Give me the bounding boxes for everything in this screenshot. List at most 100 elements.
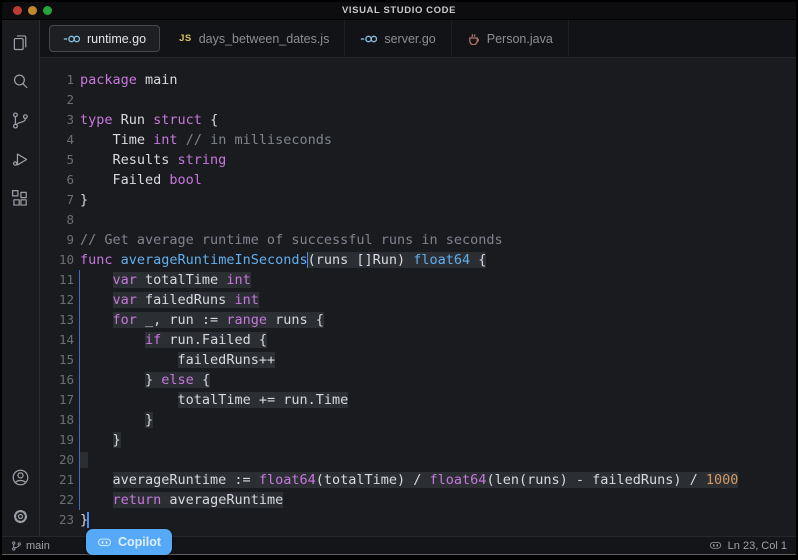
line-number: 20	[40, 450, 74, 470]
extensions-icon[interactable]	[9, 186, 33, 210]
code-line[interactable]: 11 var totalTime int	[40, 270, 796, 290]
line-number: 4	[40, 130, 74, 150]
line-number: 14	[40, 330, 74, 350]
code-token: struct	[153, 112, 202, 128]
line-number: 12	[40, 290, 74, 310]
code-token: averageRuntimeInSeconds	[121, 252, 308, 268]
code-line[interactable]: 8	[40, 210, 796, 230]
code-line[interactable]: 19 }	[40, 430, 796, 450]
code-token	[80, 372, 145, 388]
code-text	[74, 90, 80, 110]
account-icon[interactable]	[9, 465, 33, 489]
code-line[interactable]: 21 averageRuntime := float64(totalTime) …	[40, 470, 796, 490]
git-branch-icon	[11, 540, 22, 552]
code-token: func	[80, 252, 113, 268]
code-line[interactable]: 14 if run.Failed {	[40, 330, 796, 350]
code-token: float64	[430, 472, 487, 488]
code-token: if	[145, 332, 161, 348]
code-line[interactable]: 22 return averageRuntime	[40, 490, 796, 510]
code-line[interactable]: 13 for _, run := range runs {	[40, 310, 796, 330]
main-area: runtime.go JS days_between_dates.js serv…	[2, 20, 796, 536]
editor-column: runtime.go JS days_between_dates.js serv…	[40, 20, 796, 536]
branch-name: main	[26, 540, 50, 552]
minimize-window-button[interactable]	[28, 6, 37, 15]
window-bottom-edge	[2, 555, 796, 558]
run-and-debug-icon[interactable]	[9, 147, 33, 171]
code-text	[74, 210, 80, 230]
code-line[interactable]: 15 failedRuns++	[40, 350, 796, 370]
code-token: int	[153, 132, 177, 148]
go-file-icon	[360, 33, 377, 45]
code-text: package main	[74, 70, 178, 90]
code-token: // in milliseconds	[186, 132, 332, 148]
code-line[interactable]: 17 totalTime += run.Time	[40, 390, 796, 410]
code-text: }	[74, 430, 121, 450]
code-area: 1package main23type Run struct {4 Time i…	[40, 58, 796, 530]
code-token: run.Failed {	[161, 332, 267, 348]
code-text	[74, 450, 88, 470]
code-text: var totalTime int	[74, 270, 251, 290]
code-line[interactable]: 6 Failed bool	[40, 170, 796, 190]
line-number: 11	[40, 270, 74, 290]
java-file-icon	[467, 32, 480, 45]
code-token	[80, 432, 113, 448]
code-line[interactable]: 3type Run struct {	[40, 110, 796, 130]
code-text: return averageRuntime	[74, 490, 283, 510]
code-text: }	[74, 190, 88, 210]
copilot-status-icon	[709, 539, 722, 552]
code-token: package	[80, 72, 137, 88]
explorer-icon[interactable]	[9, 30, 33, 54]
code-text: failedRuns++	[74, 350, 275, 370]
code-text: Failed bool	[74, 170, 202, 190]
line-number: 8	[40, 210, 74, 230]
zoom-window-button[interactable]	[43, 6, 52, 15]
code-line[interactable]: 9// Get average runtime of successful ru…	[40, 230, 796, 250]
code-text: } else {	[74, 370, 210, 390]
code-token	[80, 452, 88, 468]
code-line[interactable]: 5 Results string	[40, 150, 796, 170]
code-token: Results	[80, 152, 178, 168]
tab-days-between-dates-js[interactable]: JS days_between_dates.js	[164, 20, 345, 57]
cursor-position-indicator[interactable]: Ln 23, Col 1	[709, 539, 787, 552]
code-token: failedRuns++	[178, 352, 276, 368]
code-token: int	[226, 272, 250, 288]
code-token: (len(runs) - failedRuns) /	[486, 472, 705, 488]
code-line[interactable]: 12 var failedRuns int	[40, 290, 796, 310]
source-control-icon[interactable]	[9, 108, 33, 132]
code-token	[113, 252, 121, 268]
code-token: }	[145, 412, 153, 428]
cursor-position-text: Ln 23, Col 1	[728, 540, 787, 552]
code-line[interactable]: 23}	[40, 510, 796, 530]
code-token: Run	[113, 112, 154, 128]
code-token: int	[234, 292, 258, 308]
code-line[interactable]: 7}	[40, 190, 796, 210]
code-token: {	[470, 252, 486, 268]
active-indent-guide	[79, 270, 80, 510]
copilot-button[interactable]: Copilot	[86, 529, 172, 555]
tab-person-java[interactable]: Person.java	[452, 20, 569, 57]
tab-label: runtime.go	[87, 32, 146, 46]
code-token: (totalTime) /	[316, 472, 430, 488]
code-line[interactable]: 18 }	[40, 410, 796, 430]
code-token: averageRuntime	[161, 492, 283, 508]
close-window-button[interactable]	[13, 6, 22, 15]
tab-runtime-go[interactable]: runtime.go	[49, 25, 160, 52]
code-editor[interactable]: 1package main23type Run struct {4 Time i…	[40, 58, 796, 536]
settings-gear-icon[interactable]	[9, 504, 33, 528]
code-line[interactable]: 2	[40, 90, 796, 110]
code-line[interactable]: 10func averageRuntimeInSeconds(runs []Ru…	[40, 250, 796, 270]
code-line[interactable]: 20	[40, 450, 796, 470]
code-line[interactable]: 16 } else {	[40, 370, 796, 390]
code-token: runs {	[267, 312, 324, 328]
code-text: if run.Failed {	[74, 330, 267, 350]
code-token: var	[113, 292, 137, 308]
search-icon[interactable]	[9, 69, 33, 93]
code-line[interactable]: 1package main	[40, 70, 796, 90]
code-line[interactable]: 4 Time int // in milliseconds	[40, 130, 796, 150]
code-token: failedRuns	[137, 292, 235, 308]
branch-indicator[interactable]: main	[11, 540, 50, 552]
code-text: type Run struct {	[74, 110, 218, 130]
window-title: Visual Studio Code	[342, 5, 456, 16]
tab-server-go[interactable]: server.go	[345, 20, 451, 57]
code-token	[80, 312, 113, 328]
